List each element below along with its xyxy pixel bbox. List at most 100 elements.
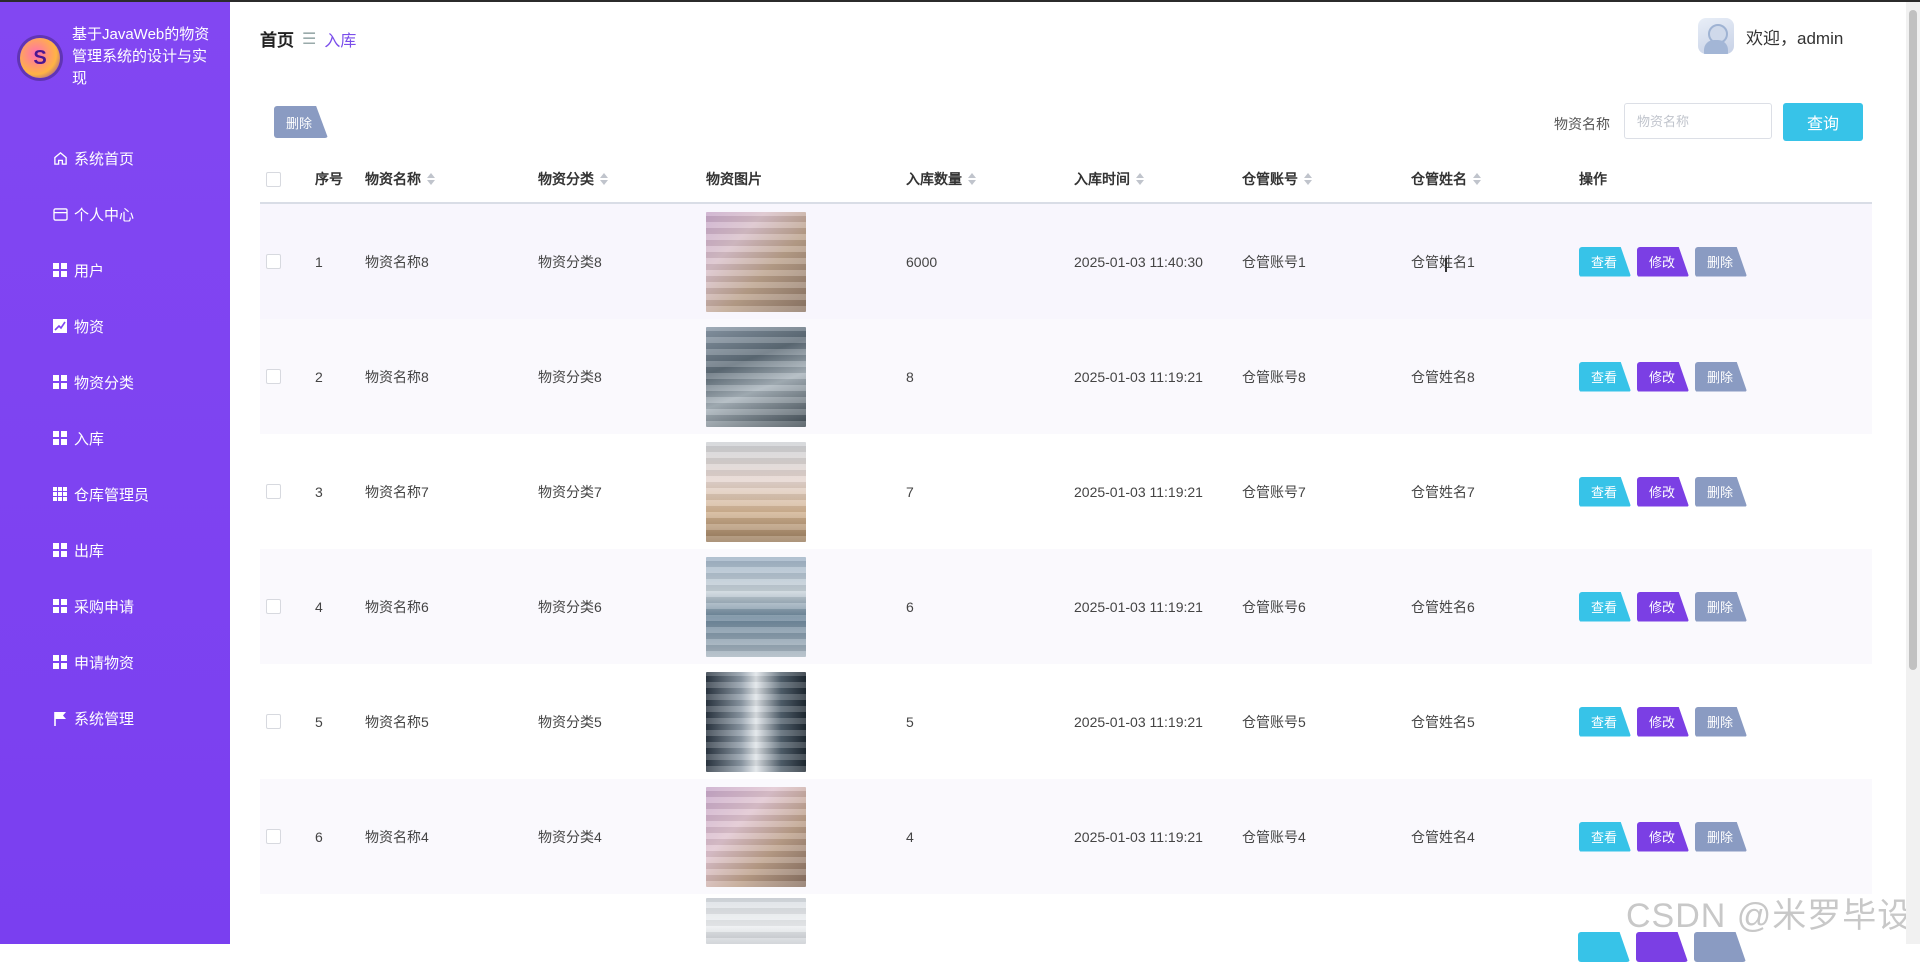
material-image[interactable] <box>706 326 806 427</box>
sidebar-item-label: 系统首页 <box>74 150 135 168</box>
material-image[interactable] <box>706 441 806 542</box>
header-uname[interactable]: 仓管姓名 <box>1411 169 1579 189</box>
view-button[interactable]: 查看 <box>1579 821 1631 852</box>
material-image[interactable] <box>706 898 806 944</box>
sort-icon[interactable] <box>1473 173 1481 185</box>
sidebar-item-label: 出库 <box>74 542 105 560</box>
sidebar-item-materials[interactable]: 物资 <box>0 298 230 354</box>
edit-button[interactable]: 修改 <box>1637 706 1689 737</box>
top-header: 首页 ☰ 入库 欢迎，admin <box>230 2 1920 66</box>
sidebar-item-system[interactable]: 系统管理 <box>0 690 230 746</box>
delete-button[interactable]: 删除 <box>1695 476 1747 507</box>
breadcrumb-current: 入库 <box>324 32 357 50</box>
material-image[interactable] <box>706 671 806 772</box>
edit-button[interactable]: 修改 <box>1637 361 1689 392</box>
row-time: 2025-01-03 11:19:21 <box>1074 483 1203 500</box>
delete-button[interactable]: 删除 <box>1695 361 1747 392</box>
delete-button[interactable]: 删除 <box>1695 591 1747 622</box>
search-button[interactable]: 查询 <box>1783 103 1863 141</box>
row-account: 仓管账号4 <box>1242 828 1306 845</box>
card-icon <box>52 206 68 222</box>
row-index: 2 <box>315 368 323 385</box>
search-input[interactable] <box>1624 103 1772 139</box>
header-qty[interactable]: 入库数量 <box>906 169 1074 189</box>
avatar[interactable] <box>1698 18 1734 54</box>
sidebar-item-inbound[interactable]: 入库 <box>0 410 230 466</box>
edit-button[interactable]: 修改 <box>1637 591 1689 622</box>
header-account[interactable]: 仓管账号 <box>1242 169 1411 189</box>
inbound-table: 序号 物资名称 物资分类 物资图片 入库数量 入库时间 仓管账号 仓管姓名 操作… <box>260 156 1872 894</box>
sidebar-item-home[interactable]: 系统首页 <box>0 130 230 186</box>
user-info[interactable]: 欢迎，admin <box>1698 18 1843 54</box>
view-button[interactable]: 查看 <box>1579 591 1631 622</box>
sidebar-item-warehouse-admin[interactable]: 仓库管理员 <box>0 466 230 522</box>
scrollbar-thumb[interactable] <box>1909 10 1917 670</box>
sidebar-item-label: 采购申请 <box>74 598 135 616</box>
sidebar-item-outbound[interactable]: 出库 <box>0 522 230 578</box>
view-button[interactable]: 查看 <box>1579 476 1631 507</box>
row-checkbox[interactable] <box>266 714 281 729</box>
sidebar-item-label: 系统管理 <box>74 710 135 728</box>
breadcrumb-home[interactable]: 首页 <box>260 26 294 51</box>
sidebar-item-users[interactable]: 用户 <box>0 242 230 298</box>
table-row: 3 物资名称7 物资分类7 7 2025-01-03 11:19:21 仓管账号… <box>260 434 1872 549</box>
sidebar-item-label: 入库 <box>74 430 105 448</box>
batch-delete-button[interactable]: 删除 <box>274 106 328 138</box>
row-category: 物资分类8 <box>538 253 602 270</box>
flag-icon <box>52 710 68 726</box>
sidebar-item-label: 个人中心 <box>74 206 135 224</box>
breadcrumb-separator-icon: ☰ <box>302 30 317 48</box>
row-checkbox[interactable] <box>266 369 281 384</box>
table-header: 序号 物资名称 物资分类 物资图片 入库数量 入库时间 仓管账号 仓管姓名 操作 <box>260 156 1872 204</box>
edit-button[interactable]: 修改 <box>1637 821 1689 852</box>
view-button[interactable]: 查看 <box>1579 361 1631 392</box>
table-row: 2 物资名称8 物资分类8 8 2025-01-03 11:19:21 仓管账号… <box>260 319 1872 434</box>
row-account: 仓管账号5 <box>1242 713 1306 730</box>
header-label: 仓管账号 <box>1242 171 1298 187</box>
header-category[interactable]: 物资分类 <box>538 169 706 189</box>
header-label: 入库数量 <box>906 171 962 187</box>
vertical-scrollbar[interactable] <box>1906 2 1920 944</box>
breadcrumb: 首页 ☰ 入库 <box>260 26 356 51</box>
row-checkbox[interactable] <box>266 829 281 844</box>
row-checkbox[interactable] <box>266 254 281 269</box>
sort-icon[interactable] <box>1304 173 1312 185</box>
row-category: 物资分类8 <box>538 368 602 385</box>
row-qty: 7 <box>906 483 914 500</box>
material-image[interactable] <box>706 211 806 312</box>
view-button[interactable]: 查看 <box>1579 706 1631 737</box>
row-name: 物资名称8 <box>365 368 429 385</box>
sidebar-item-categories[interactable]: 物资分类 <box>0 354 230 410</box>
delete-button[interactable]: 删除 <box>1695 246 1747 277</box>
material-image[interactable] <box>706 786 806 887</box>
view-button[interactable]: 查看 <box>1579 246 1631 277</box>
delete-button[interactable]: 删除 <box>1695 821 1747 852</box>
text-cursor <box>1445 258 1447 272</box>
grid-icon <box>52 598 68 614</box>
material-image[interactable] <box>706 556 806 657</box>
sidebar-item-profile[interactable]: 个人中心 <box>0 186 230 242</box>
row-account: 仓管账号8 <box>1242 368 1306 385</box>
select-all-checkbox[interactable] <box>266 171 281 187</box>
header-label: 物资名称 <box>365 171 421 187</box>
row-category: 物资分类6 <box>538 598 602 615</box>
row-uname: 仓管姓名8 <box>1411 368 1475 385</box>
header-time[interactable]: 入库时间 <box>1074 169 1242 189</box>
sidebar-item-purchase[interactable]: 采购申请 <box>0 578 230 634</box>
row-account: 仓管账号7 <box>1242 483 1306 500</box>
sidebar-item-request[interactable]: 申请物资 <box>0 634 230 690</box>
delete-button[interactable]: 删除 <box>1695 706 1747 737</box>
row-qty: 8 <box>906 368 914 385</box>
edit-button[interactable]: 修改 <box>1637 246 1689 277</box>
row-checkbox[interactable] <box>266 599 281 614</box>
sort-icon[interactable] <box>1136 173 1144 185</box>
header-operation: 操作 <box>1579 171 1607 187</box>
row-checkbox[interactable] <box>266 484 281 499</box>
edit-button[interactable]: 修改 <box>1637 476 1689 507</box>
sort-icon[interactable] <box>427 173 435 185</box>
sort-icon[interactable] <box>600 173 608 185</box>
header-name[interactable]: 物资名称 <box>365 169 538 189</box>
sort-icon[interactable] <box>968 173 976 185</box>
view-button[interactable] <box>1578 932 1630 962</box>
row-uname: 仓管姓名4 <box>1411 828 1475 845</box>
